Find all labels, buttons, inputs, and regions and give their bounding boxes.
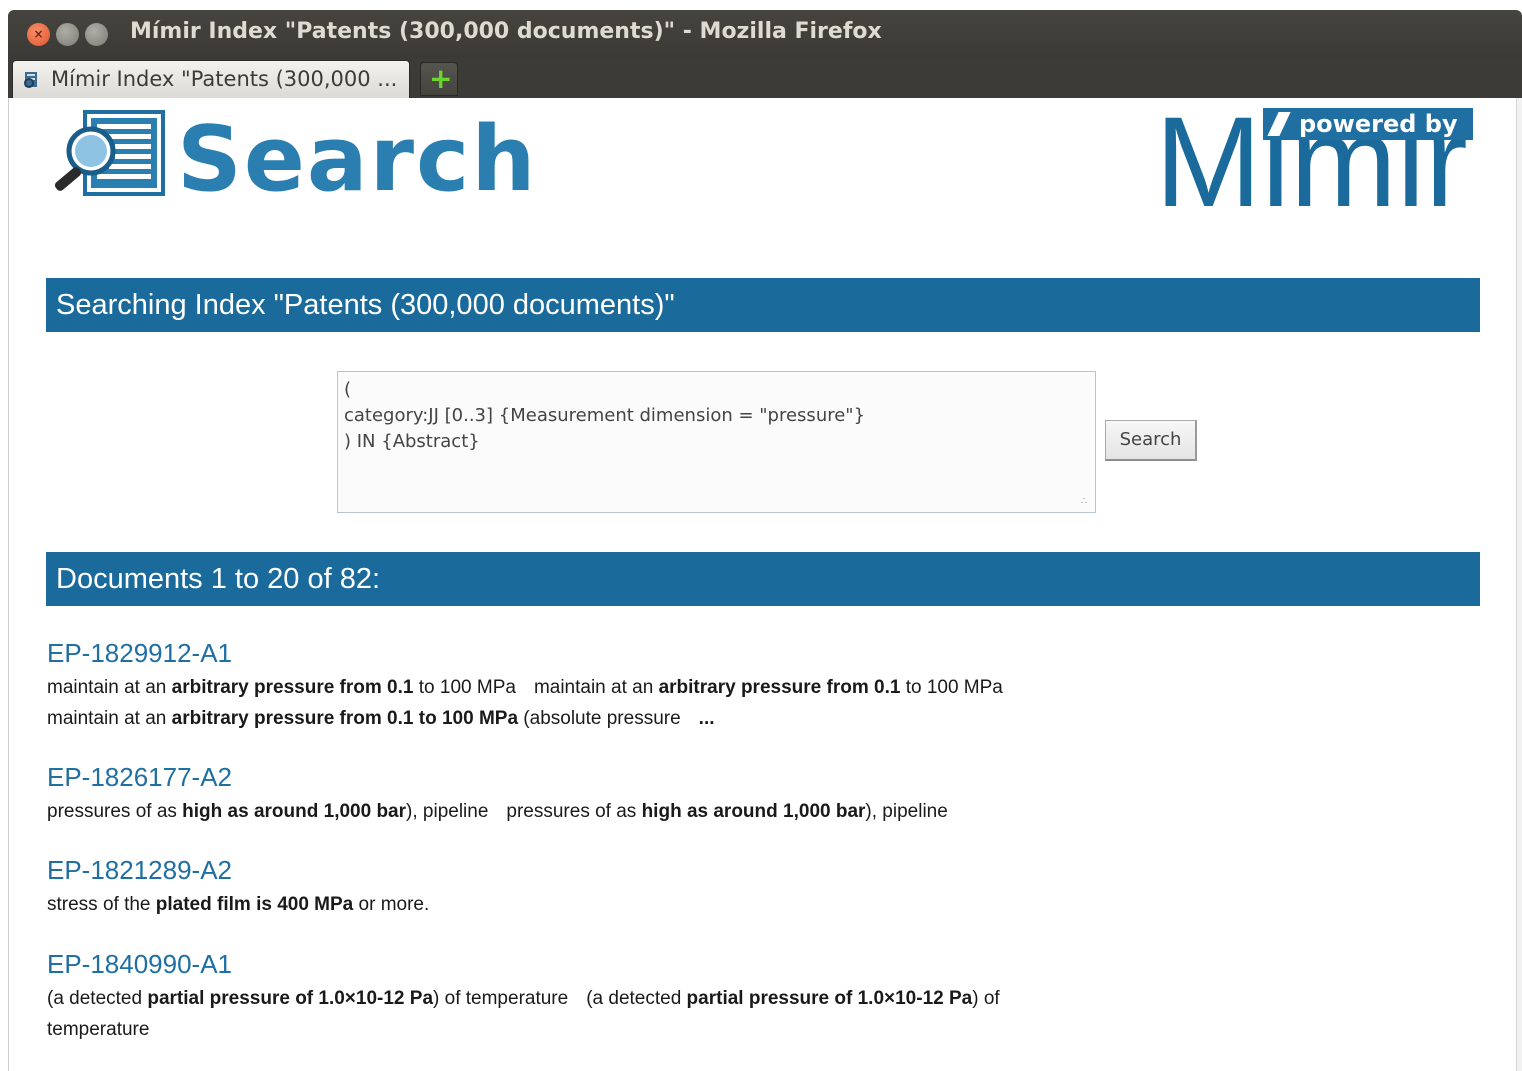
result-item: EP-1829912-A1 maintain at an arbitrary pr… (47, 636, 1127, 734)
result-snippet: pressures of as high as around 1,000 bar… (47, 796, 1127, 827)
snippet-text: maintain at an (533, 677, 659, 698)
snippet-text: (a detected (586, 988, 687, 1009)
maximize-window-button[interactable] (85, 23, 108, 46)
result-snippet: temperature (47, 1014, 1127, 1045)
slash-icon (1267, 112, 1291, 136)
result-item: EP-1821289-A2 stress of the plated film i… (47, 853, 1127, 920)
browser-tab[interactable]: Mímir Index "Patents (300,000 ... (12, 60, 410, 98)
snippet-text: to 100 MPa (413, 677, 516, 698)
index-heading-bar: Searching Index "Patents (300,000 docume… (46, 278, 1480, 332)
results-heading-bar: Documents 1 to 20 of 82: (46, 552, 1480, 606)
result-title-link[interactable]: EP-1829912-A1 (47, 636, 1127, 670)
snippet-text: ), pipeline (865, 801, 948, 822)
snippet-highlight: partial pressure of 1.0×10-12 Pa (686, 988, 973, 1009)
search-document-logo-icon (54, 110, 165, 196)
snippet-highlight: arbitrary pressure from 0.1 (658, 677, 901, 698)
snippet-highlight: high as around 1,000 bar (641, 801, 866, 822)
snippet-text: ), pipeline (406, 801, 489, 822)
result-snippet: (a detected partial pressure of 1.0×10-1… (47, 983, 1127, 1014)
snippet-text: maintain at an (47, 677, 172, 698)
snippet-highlight: partial pressure of 1.0×10-12 Pa (147, 988, 434, 1009)
snippet-text: (absolute pressure (518, 708, 681, 729)
snippet-text: to 100 MPa (900, 677, 1003, 698)
resize-grip-icon[interactable]: ∴ (1081, 496, 1087, 507)
snippet-highlight: arbitrary pressure from 0.1 (171, 677, 414, 698)
result-item: EP-1840990-A1 (a detected partial pressur… (47, 947, 1127, 1045)
snippet-text: (a detected (47, 988, 148, 1009)
page-favicon-icon (24, 72, 37, 88)
snippet-text: maintain at an (47, 708, 172, 729)
powered-by-label: powered by (1299, 110, 1458, 138)
close-window-button[interactable]: × (27, 23, 50, 46)
result-snippet: stress of the plated film is 400 MPa or … (47, 889, 1127, 920)
result-item: EP-1826177-A2 pressures of as high as aro… (47, 760, 1127, 827)
snippet-highlight: high as around 1,000 bar (182, 801, 407, 822)
scrollbar[interactable] (1516, 98, 1522, 1071)
snippet-text: pressures of as (506, 801, 642, 822)
tab-strip: Mímir Index "Patents (300,000 ... + (8, 58, 1522, 98)
result-title-link[interactable]: EP-1826177-A2 (47, 760, 1127, 794)
result-snippet: maintain at an arbitrary pressure from 0… (47, 703, 1127, 734)
page-content: Search Mimir powered by Searching Index … (8, 98, 1516, 1071)
plus-icon: + (429, 62, 453, 95)
minimize-window-button[interactable] (56, 23, 79, 46)
powered-by-badge: powered by (1263, 108, 1473, 140)
search-button[interactable]: Search (1105, 420, 1197, 461)
snippet-text: temperature (47, 1019, 150, 1040)
result-title-link[interactable]: EP-1821289-A2 (47, 853, 1127, 887)
snippet-text: stress of the (47, 894, 156, 915)
snippet-highlight: ... (698, 708, 715, 729)
snippet-text: or more. (353, 894, 430, 915)
snippet-highlight: arbitrary pressure from 0.1 to 100 MPa (171, 708, 519, 729)
snippet-text: pressures of as (47, 801, 183, 822)
snippet-text: ) of (972, 988, 1000, 1009)
snippet-highlight: plated film is 400 MPa (155, 894, 354, 915)
snippet-text: ) of temperature (433, 988, 569, 1009)
result-title-link[interactable]: EP-1840990-A1 (47, 947, 1127, 981)
window-titlebar: × Mímir Index "Patents (300,000 document… (8, 10, 1522, 58)
query-input[interactable] (337, 371, 1096, 513)
tab-label: Mímir Index "Patents (300,000 ... (51, 67, 398, 91)
new-tab-button[interactable]: + (420, 62, 458, 96)
window-title: Mímir Index "Patents (300,000 documents)… (130, 19, 882, 44)
search-logo-text: Search (177, 107, 538, 212)
result-snippet: maintain at an arbitrary pressure from 0… (47, 672, 1127, 703)
